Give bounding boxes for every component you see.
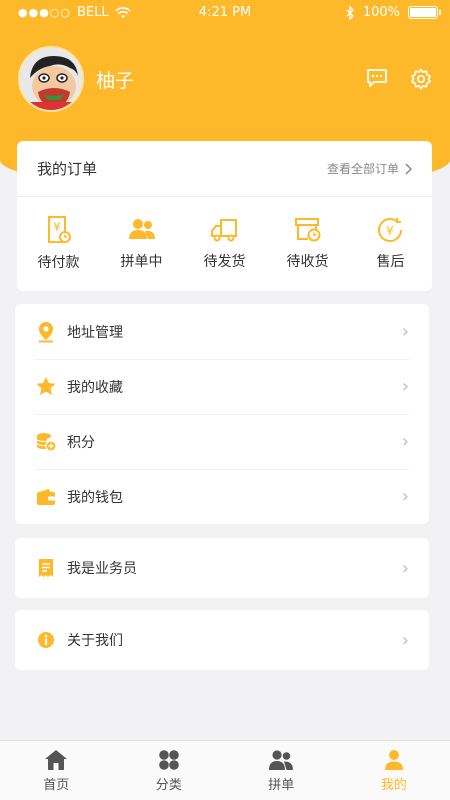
- svg-text:¥: ¥: [386, 224, 394, 238]
- package-receive-icon: [294, 218, 320, 242]
- tab-group[interactable]: 拼单: [225, 741, 338, 800]
- battery-icon: [408, 6, 441, 19]
- menu-item-points-label: 积分: [67, 434, 95, 451]
- chevron-right-icon: ›: [401, 557, 409, 579]
- person-icon: [384, 749, 403, 770]
- username: 柚子: [96, 69, 135, 92]
- menu-item-salesman-label: 我是业务员: [67, 561, 137, 577]
- info-icon: [38, 632, 54, 648]
- order-after-sales-label: 售后: [376, 254, 405, 270]
- profile-section: 柚子: [18, 46, 134, 112]
- tab-category[interactable]: 分类: [113, 741, 226, 800]
- star-icon: [36, 377, 56, 395]
- category-icon: [158, 749, 179, 770]
- after-sales-icon: ¥: [377, 218, 402, 242]
- menu-item-about-label: 关于我们: [67, 633, 123, 649]
- menu-item-address-label: 地址管理: [67, 324, 123, 341]
- avatar-image: [20, 48, 82, 110]
- about-card: 关于我们 ›: [15, 610, 429, 670]
- chevron-right-icon: ›: [401, 431, 409, 452]
- chevron-right-icon: ›: [401, 321, 409, 342]
- orders-title: 我的订单: [37, 160, 98, 178]
- order-payment-pending-label: 待付款: [37, 255, 80, 271]
- menu-item-about[interactable]: 关于我们 ›: [15, 610, 429, 670]
- view-all-orders-link[interactable]: 查看全部订单: [327, 160, 412, 177]
- menu-item-wallet[interactable]: 我的钱包 ›: [15, 469, 429, 524]
- chevron-right-icon: [405, 162, 412, 175]
- order-awaiting-shipment[interactable]: 待发货: [183, 217, 266, 271]
- bluetooth-icon: [346, 5, 354, 20]
- tab-mine-label: 我的: [380, 777, 407, 793]
- tab-home-label: 首页: [43, 777, 70, 793]
- home-icon: [45, 749, 68, 770]
- svg-text:¥: ¥: [53, 220, 61, 234]
- location-pin-icon: [39, 321, 53, 342]
- order-awaiting-receipt-label: 待收货: [286, 254, 329, 270]
- truck-icon: [210, 219, 237, 242]
- chevron-right-icon: ›: [401, 376, 409, 397]
- payment-pending-icon: ¥: [47, 216, 71, 243]
- wallet-icon: [37, 488, 55, 505]
- menu-item-favorites-label: 我的收藏: [67, 379, 123, 396]
- bottom-tab-bar: 首页 分类 拼单 我的: [0, 740, 450, 800]
- chevron-right-icon: ›: [401, 629, 409, 651]
- tab-category-label: 分类: [155, 777, 182, 793]
- order-group-buy[interactable]: 拼单中: [100, 217, 183, 271]
- tab-mine[interactable]: 我的: [338, 741, 450, 800]
- menu-item-address[interactable]: 地址管理 ›: [15, 304, 429, 359]
- menu-item-salesman[interactable]: 我是业务员 ›: [15, 538, 429, 598]
- message-icon[interactable]: [366, 68, 388, 88]
- group-buy-icon: [128, 219, 155, 239]
- chevron-right-icon: ›: [401, 486, 409, 507]
- group-icon: [269, 749, 294, 770]
- order-awaiting-receipt[interactable]: 待收货: [266, 217, 349, 271]
- order-payment-pending[interactable]: ¥ 待付款: [17, 216, 100, 272]
- status-bar: ●●●○○ BELL 4:21 PM 100%: [0, 0, 450, 26]
- order-after-sales[interactable]: ¥ 售后: [349, 217, 432, 271]
- salesman-card: 我是业务员 ›: [15, 538, 429, 598]
- order-group-buy-label: 拼单中: [120, 254, 163, 270]
- avatar[interactable]: [18, 46, 84, 112]
- coins-icon: [36, 432, 57, 452]
- menu-card: 地址管理 › 我的收藏 › 积分 › 我的钱包 ›: [15, 304, 429, 524]
- tab-home[interactable]: 首页: [0, 741, 113, 800]
- menu-item-favorites[interactable]: 我的收藏 ›: [15, 359, 429, 414]
- receipt-icon: [39, 559, 53, 577]
- tab-group-label: 拼单: [268, 777, 295, 793]
- view-all-orders-label: 查看全部订单: [326, 162, 399, 176]
- settings-gear-icon[interactable]: [410, 68, 432, 90]
- battery-percent: 100%: [362, 5, 400, 20]
- orders-card: 我的订单 查看全部订单 ¥ 待付款 拼单中 待发货 待收货 ¥ 售后: [17, 141, 432, 291]
- order-awaiting-shipment-label: 待发货: [203, 254, 246, 270]
- menu-item-wallet-label: 我的钱包: [67, 489, 123, 506]
- menu-item-points[interactable]: 积分 ›: [15, 414, 429, 469]
